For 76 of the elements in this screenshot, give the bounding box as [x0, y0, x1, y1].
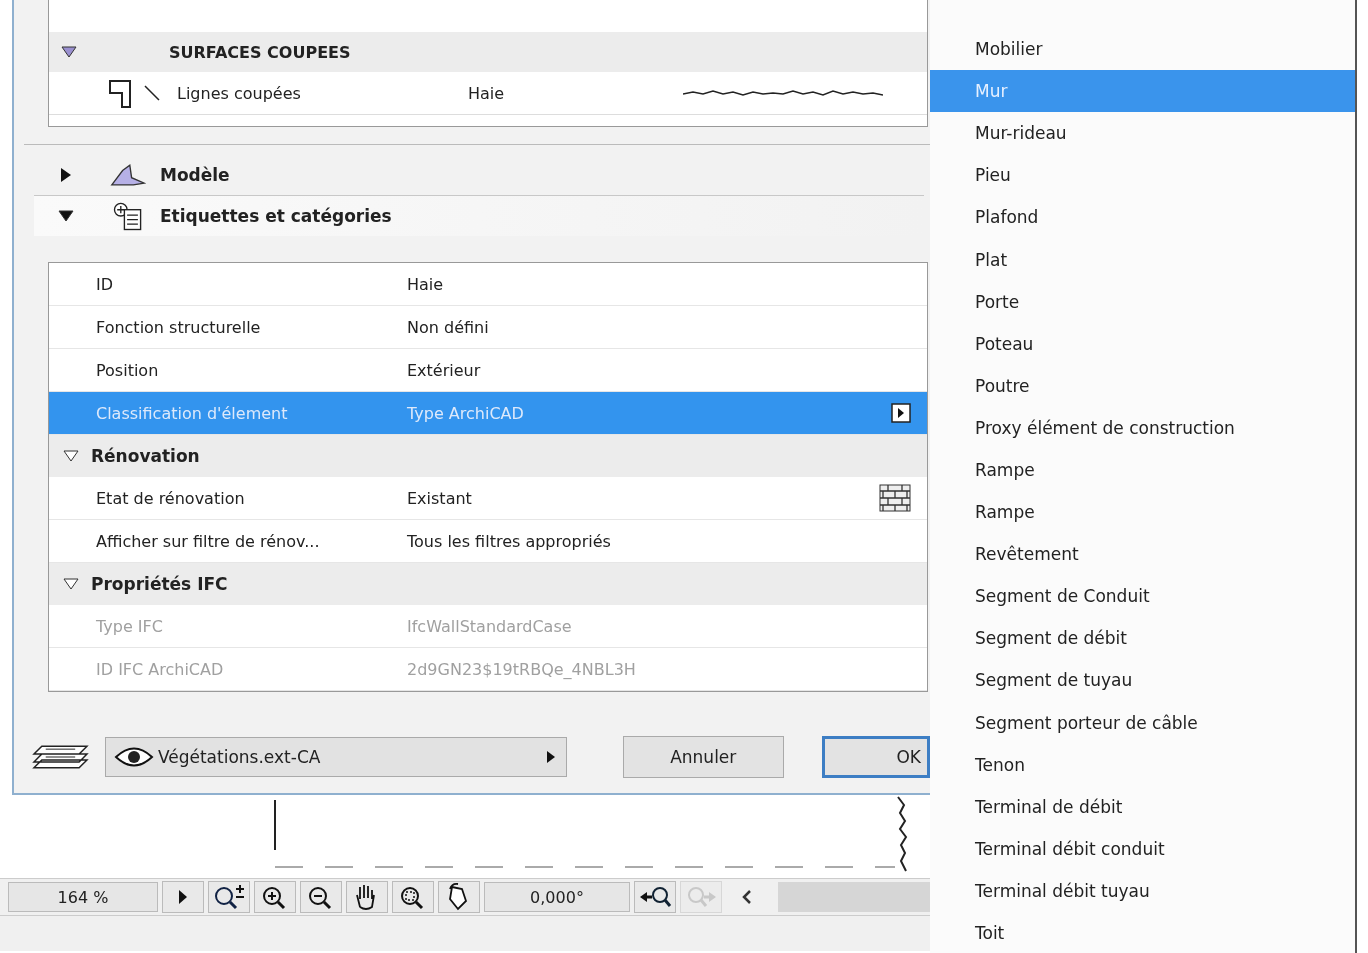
- menu-item[interactable]: Tenon: [930, 743, 1355, 786]
- layer-dropdown[interactable]: Végétations.ext-CA: [104, 737, 567, 777]
- panel-title: Etiquettes et catégories: [160, 206, 392, 226]
- property-label: Afficher sur filtre de rénov...: [96, 531, 321, 551]
- property-label: ID IFC ArchiCAD: [96, 659, 225, 679]
- property-label: Type IFC: [96, 616, 164, 636]
- expand-toggle-icon[interactable]: [60, 167, 72, 183]
- property-value: Existant: [407, 488, 473, 508]
- toolbar-button[interactable]: [346, 881, 388, 913]
- group-title: Propriétés IFC: [91, 574, 228, 594]
- property-value: Tous les filtres appropriés: [407, 531, 612, 551]
- model-icon: [110, 162, 146, 188]
- menu-item[interactable]: Segment de débit: [930, 617, 1355, 660]
- toolbar-button[interactable]: [162, 881, 204, 913]
- toolbar-button[interactable]: [392, 881, 434, 913]
- dialog-button[interactable]: OK: [821, 736, 930, 778]
- group-title: Rénovation: [91, 446, 200, 466]
- expand-toggle-icon[interactable]: [61, 46, 77, 58]
- row-label: Lignes coupées: [177, 83, 302, 103]
- brick-pattern-icon: [879, 484, 911, 512]
- play-icon: [178, 889, 188, 905]
- property-label: Classification d'élement: [96, 403, 289, 423]
- panel-title: Modèle: [160, 165, 230, 185]
- property-value: Type ArchiCAD: [407, 403, 525, 423]
- scrollbar[interactable]: [778, 882, 930, 912]
- group-header[interactable]: Propriétés IFC: [49, 563, 927, 605]
- menu-item[interactable]: Rampe: [930, 491, 1355, 534]
- property-value: Non défini: [407, 317, 490, 337]
- property-value: Haie: [407, 274, 445, 294]
- property-label: Fonction structurelle: [96, 317, 262, 337]
- menu-item[interactable]: Revêtement: [930, 533, 1355, 576]
- menu-item[interactable]: Rampe: [930, 448, 1355, 492]
- property-value: IfcWallStandardCase: [407, 616, 573, 636]
- toolbar-button[interactable]: [634, 881, 676, 913]
- section-header[interactable]: SURFACES COUPEES: [49, 32, 927, 72]
- menu-item[interactable]: Plat: [930, 238, 1355, 281]
- zoom-field[interactable]: 164 %: [8, 882, 158, 912]
- menu-item[interactable]: Mur-rideau: [930, 112, 1355, 155]
- menu-item[interactable]: Mobilier: [930, 28, 1355, 71]
- menu-item[interactable]: Segment de tuyau: [930, 659, 1355, 702]
- menu-item[interactable]: Porte: [930, 280, 1355, 323]
- menu-item[interactable]: Segment de Conduit: [930, 575, 1355, 618]
- expand-toggle-icon[interactable]: [58, 210, 74, 222]
- property-row[interactable]: Fonction structurelle Non défini: [49, 306, 927, 349]
- menu-item[interactable]: Plafond: [930, 196, 1355, 239]
- dropdown-arrow-icon: [545, 750, 556, 764]
- toolbar-button[interactable]: [438, 881, 480, 913]
- dialog-button[interactable]: Annuler: [622, 736, 784, 778]
- menu-item[interactable]: Pieu: [930, 154, 1355, 197]
- menu-item[interactable]: Toit: [930, 911, 1355, 953]
- expand-toggle-icon[interactable]: [63, 450, 79, 462]
- section-title: SURFACES COUPEES: [169, 42, 351, 62]
- property-value: 2d9GN23$19tRBQe_4NBL3H: [407, 659, 637, 679]
- eye-icon: [113, 746, 154, 768]
- menu-item[interactable]: Proxy élément de construction: [930, 406, 1355, 449]
- menu-item[interactable]: Terminal de débit: [930, 785, 1355, 828]
- property-label: Position: [96, 360, 160, 380]
- toolbar-button[interactable]: [300, 881, 342, 913]
- menu-item[interactable]: Terminal débit tuyau: [930, 869, 1355, 912]
- scroll-left-icon: [742, 889, 752, 905]
- line-sample-icon: [683, 89, 883, 97]
- property-value: Extérieur: [407, 360, 482, 380]
- property-row[interactable]: Etat de rénovation Existant: [49, 477, 927, 520]
- group-header[interactable]: Rénovation: [49, 435, 927, 477]
- property-label: Etat de rénovation: [96, 488, 246, 508]
- property-row[interactable]: ID Haie: [49, 263, 927, 306]
- row-value: Haie: [468, 83, 506, 103]
- angle-field[interactable]: 0,000°: [484, 882, 630, 912]
- expand-toggle-icon[interactable]: [63, 578, 79, 590]
- property-label: ID: [96, 274, 115, 294]
- menu-item[interactable]: Segment porteur de câble: [930, 701, 1355, 744]
- toolbar-button[interactable]: [254, 881, 296, 913]
- menu-item[interactable]: Poutre: [930, 364, 1355, 407]
- menu-item[interactable]: Terminal débit conduit: [930, 827, 1355, 870]
- menu-item[interactable]: Poteau: [930, 322, 1355, 365]
- toolbar-button[interactable]: [208, 881, 250, 913]
